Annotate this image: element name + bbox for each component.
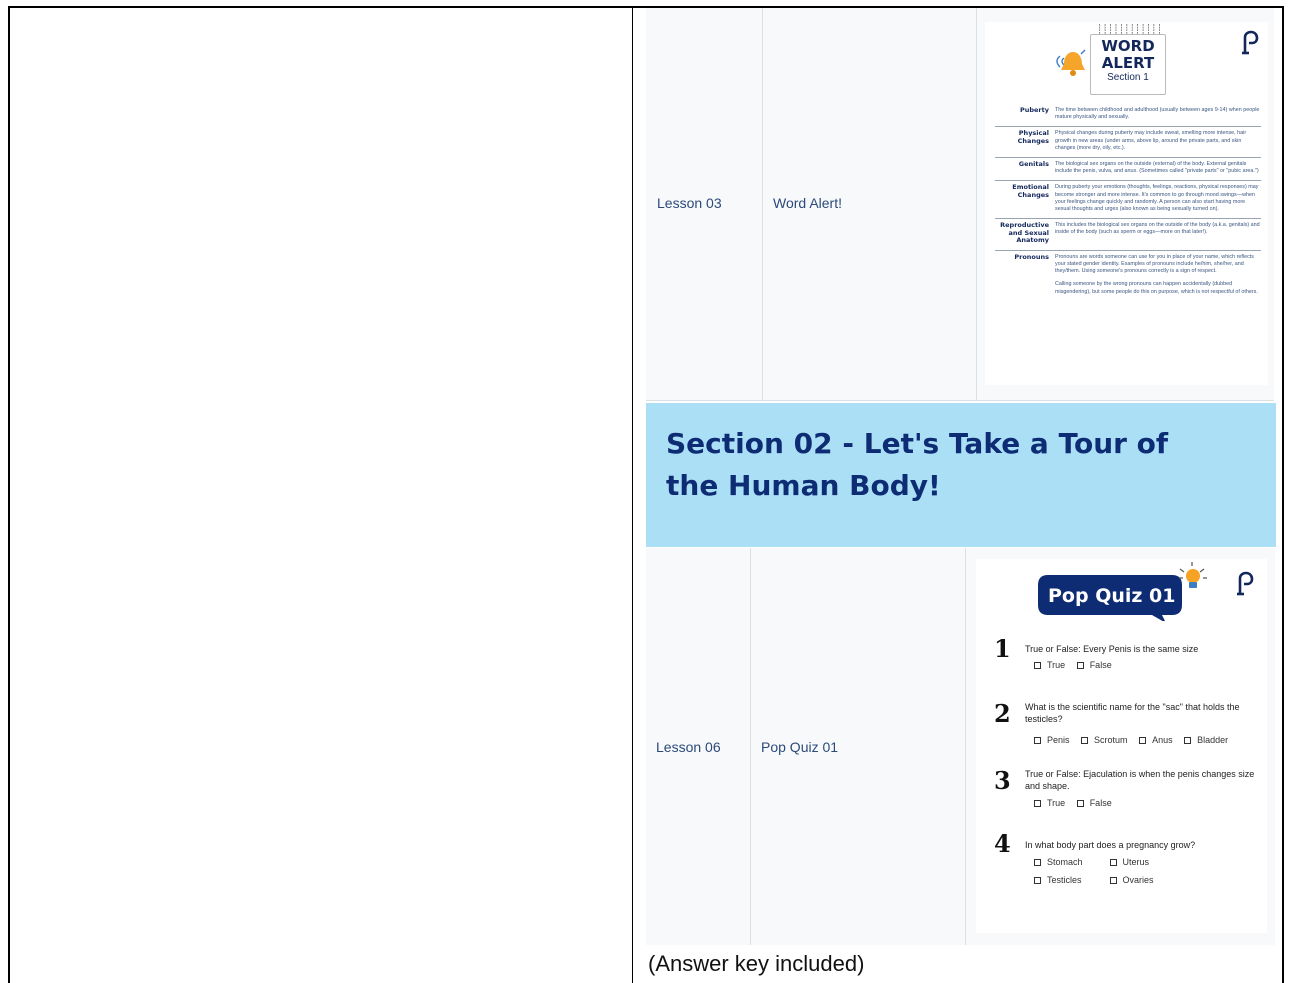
option-label: Uterus [1122,857,1150,867]
section-02-header: Section 02 - Let's Take a Tour of the Hu… [646,403,1276,547]
lesson-03-title[interactable]: Word Alert! [773,195,842,211]
question-text: In what body part does a pregnancy grow? [1025,840,1196,850]
section-02-title: Section 02 - Let's Take a Tour of the Hu… [666,427,1169,502]
word-alert-image: ┊┊┊┊┊┊┊┊┊┊┊┊ WORD ALERT Section 1 Pubert… [985,22,1268,385]
word-alert-subheading: Section 1 [1107,72,1149,83]
term-name: Pronouns [1014,252,1049,261]
word-alert-heading-1: WORD [1101,37,1155,55]
term-definition: Physical changes during puberty may incl… [1055,130,1247,151]
term-definition: This includes the biological sex organs … [1055,222,1260,236]
option-label: Bladder [1197,735,1229,745]
question-options: True False [1034,798,1121,808]
question-options: Penis Scrotum Anus Bladder [1034,735,1237,745]
checkbox-icon [1034,662,1041,669]
option-label: True [1047,660,1066,670]
question-number: 3 [994,766,1011,795]
term-name: Puberty [1019,106,1049,114]
word-alert-heading-2: ALERT [1101,54,1155,72]
question-options: True False [1034,660,1121,670]
word-alert-card: WORD ALERT Section 1 [1090,34,1166,95]
option-label: True [1047,798,1066,808]
word-alert-terms: Puberty The time between childhood and a… [995,104,1261,301]
pop-quiz-image: Pop Quiz 01 1 True or False: Every Penis… [976,559,1267,933]
term-name: Reproductive and Sexual Anatomy [1000,221,1049,245]
term-row: Calling someone by the wrong pronouns ca… [995,280,1261,300]
question-text: True or False: Every Penis is the same s… [1025,644,1199,654]
checkbox-icon [1034,877,1041,884]
checkbox-icon [1139,737,1147,744]
option-label: Stomach [1047,857,1083,867]
checkbox-icon [1076,800,1084,807]
option[interactable]: Scrotum [1081,735,1128,745]
checkbox-icon [1076,662,1084,669]
checkbox-icon [1184,737,1192,744]
option[interactable]: True [1034,660,1065,670]
column-divider [632,6,633,983]
question-number: 1 [994,634,1011,663]
term-definition: Calling someone by the wrong pronouns ca… [1055,281,1258,295]
checkbox-icon [1034,859,1041,866]
option-label: False [1089,660,1112,670]
option[interactable]: Penis [1034,735,1070,745]
question-options: Stomach Uterus [1034,857,1158,867]
checkbox-icon [1109,859,1117,866]
term-row: Reproductive and Sexual Anatomy This inc… [995,219,1261,251]
term-row: Emotional Changes During puberty your em… [995,181,1261,220]
option[interactable]: Uterus [1109,857,1150,867]
term-row: Genitals The biological sex organs on th… [995,158,1261,182]
option[interactable]: False [1076,798,1112,808]
term-name: Physical Changes [1017,129,1049,145]
lesson-06-title[interactable]: Pop Quiz 01 [761,739,838,755]
option[interactable]: True [1034,798,1065,808]
checkbox-icon [1034,737,1041,744]
row-border [646,400,1274,401]
pop-quiz-heading: Pop Quiz 01 [1048,585,1176,607]
option-label: Testicles [1047,875,1082,885]
term-definition: Pronouns are words someone can use for y… [1055,253,1254,275]
checkbox-icon [1034,800,1041,807]
checkbox-icon [1109,877,1117,884]
option[interactable]: False [1076,660,1112,670]
question-number: 2 [994,699,1011,728]
option-label: False [1089,798,1112,808]
lesson-03-label: Lesson 03 [657,195,722,211]
option-label: Anus [1152,735,1173,745]
term-row: Physical Changes Physical changes during… [995,127,1261,159]
answer-key-note: (Answer key included) [648,951,865,976]
option-label: Scrotum [1094,735,1128,745]
option-label: Ovaries [1122,875,1154,885]
planned-parenthood-logo-icon [1242,30,1259,55]
question-text: True or False: Ejaculation is when the p… [1025,769,1255,791]
option[interactable]: Anus [1139,735,1173,745]
bell-icon [1056,49,1086,76]
term-row: Puberty The time between childhood and a… [995,104,1261,128]
option[interactable]: Ovaries [1109,875,1154,885]
term-definition: During puberty your emotions (thoughts, … [1055,184,1259,213]
option[interactable]: Testicles [1034,875,1098,885]
option-label: Penis [1047,735,1070,745]
checkbox-icon [1081,737,1089,744]
term-name [995,281,1055,295]
question-number: 4 [994,829,1011,858]
term-name: Emotional Changes [1012,183,1049,199]
lightbulb-icon [1179,562,1207,588]
term-row: Pronouns Pronouns are words someone can … [995,251,1261,281]
question-options: Testicles Ovaries [1034,875,1163,885]
lesson-06-label: Lesson 06 [656,739,721,755]
option[interactable]: Stomach [1034,857,1098,867]
planned-parenthood-logo-icon [1237,571,1254,596]
question-text: What is the scientific name for the "sac… [1025,702,1240,724]
term-name: Genitals [1018,160,1049,169]
option[interactable]: Bladder [1184,735,1228,745]
term-definition: The biological sex organs on the outside… [1055,161,1259,175]
term-definition: The time between childhood and adulthood… [1055,107,1260,121]
